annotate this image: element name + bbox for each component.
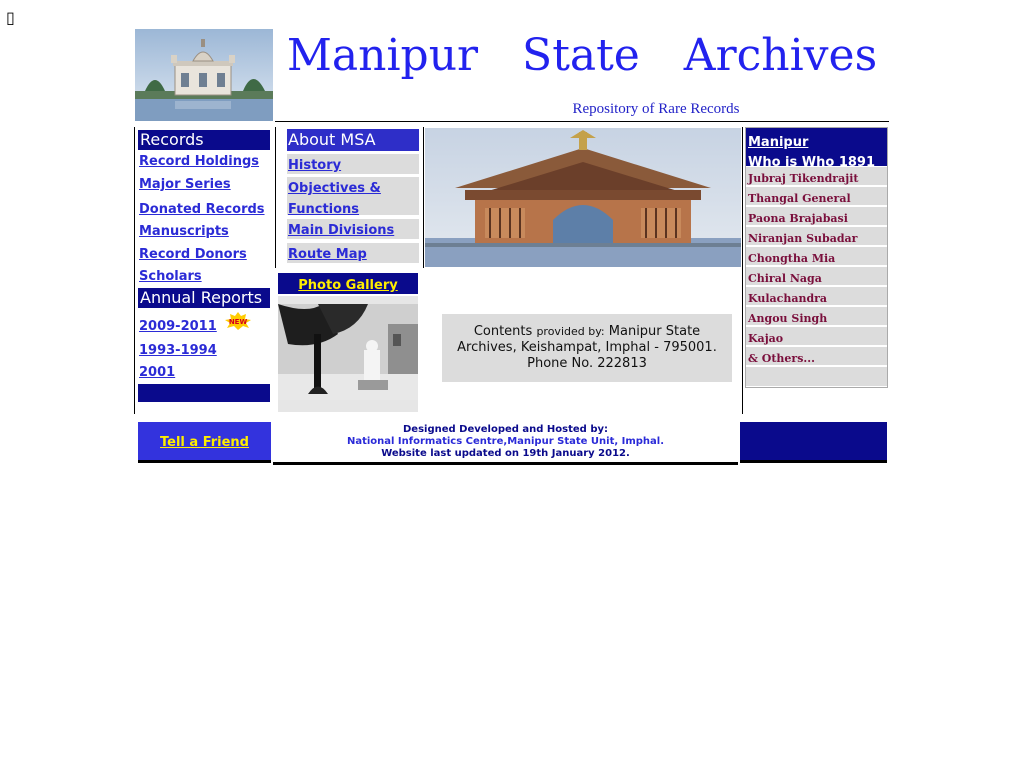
report-2001-link[interactable]: 2001	[139, 365, 175, 380]
site-title: Manipur State Archives	[286, 30, 878, 81]
report-2009-2011-link[interactable]: 2009-2011	[139, 319, 217, 334]
manuscripts-link[interactable]: Manuscripts	[139, 224, 229, 239]
left-menu-footer-bar	[138, 384, 270, 402]
jubraj-tikendrajit-link[interactable]: Jubraj Tikendrajit	[748, 172, 858, 185]
who-item: Angou Singh	[746, 306, 887, 325]
who-item: Kulachandra	[746, 286, 887, 305]
who-item: Chongtha Mia	[746, 246, 887, 265]
about-item-history: History	[287, 154, 419, 174]
main-divisions-link[interactable]: Main Divisions	[288, 223, 394, 238]
major-series-link[interactable]: Major Series	[139, 177, 231, 192]
route-map-link[interactable]: Route Map	[288, 247, 367, 262]
about-item-divisions: Main Divisions	[287, 219, 419, 239]
tell-a-friend-link[interactable]: Tell a Friend	[160, 435, 249, 450]
who-item: Chiral Naga	[746, 266, 887, 285]
who-item: & Others...	[746, 346, 887, 365]
about-column-border	[275, 127, 276, 268]
who-item: Niranjan Subadar	[746, 226, 887, 245]
footer-designed-by: Designed Developed and Hosted by:	[403, 424, 608, 435]
tell-a-friend-cell: Tell a Friend	[138, 422, 271, 463]
right-column-border	[742, 127, 743, 414]
contents-lead: Contents	[473, 324, 533, 339]
thangal-general-link[interactable]: Thangal General	[748, 192, 851, 205]
record-holdings-link[interactable]: Record Holdings	[139, 154, 259, 169]
record-donors-link[interactable]: Record Donors	[139, 247, 247, 262]
who-heading-line1: Manipur	[748, 135, 809, 150]
contents-provided-by: provided by:	[536, 325, 605, 338]
about-msa-heading: About MSA	[287, 129, 419, 151]
broken-glyph: ▯	[6, 8, 15, 27]
who-item: Paona Brajabasi	[746, 206, 887, 225]
donated-records-link[interactable]: Donated Records	[139, 202, 265, 217]
contents-info-box: Contents provided by: Manipur State Arch…	[442, 314, 732, 382]
records-heading: Records	[138, 130, 270, 150]
history-link[interactable]: History	[288, 158, 341, 173]
niranjan-subadar-link[interactable]: Niranjan Subadar	[748, 232, 857, 245]
others-link[interactable]: & Others...	[748, 352, 815, 365]
who-item: Kajao	[746, 326, 887, 345]
who-item: Jubraj Tikendrajit	[746, 166, 887, 185]
objectives-functions-link[interactable]: Objectives & Functions	[288, 181, 381, 217]
scholars-link[interactable]: Scholars	[139, 269, 202, 284]
svg-text:NEW: NEW	[229, 318, 248, 326]
site-subtitle: Repository of Rare Records	[572, 101, 740, 117]
paona-brajabasi-link[interactable]: Paona Brajabasi	[748, 212, 848, 225]
archway-gate-painting	[425, 128, 741, 267]
about-item-objectives: Objectives & Functions	[287, 177, 419, 217]
footer-last-updated: Website last updated on 19th January 201…	[381, 448, 630, 459]
who-is-who-link[interactable]: Manipur Who is Who 1891	[748, 135, 875, 170]
left-column-border	[134, 127, 135, 414]
chongtha-mia-link[interactable]: Chongtha Mia	[748, 252, 835, 265]
who-item: Thangal General	[746, 186, 887, 205]
banner-left-border	[423, 127, 424, 268]
left-menu-panel	[138, 130, 270, 402]
chiral-naga-link[interactable]: Chiral Naga	[748, 272, 822, 285]
footer-nic-link[interactable]: National Informatics Centre,Manipur Stat…	[273, 436, 738, 448]
header-divider	[275, 121, 889, 122]
new-badge-icon: NEW	[224, 312, 252, 330]
who-is-who-header: Manipur Who is Who 1891	[746, 128, 887, 170]
angou-singh-link[interactable]: Angou Singh	[748, 312, 827, 325]
photo-gallery-link[interactable]: Photo Gallery	[298, 278, 397, 293]
footer-right-bar	[740, 422, 887, 463]
who-item-empty	[746, 366, 887, 386]
about-item-route-map: Route Map	[287, 243, 419, 263]
report-1993-1994-link[interactable]: 1993-1994	[139, 343, 217, 358]
annual-reports-heading: Annual Reports	[138, 288, 270, 308]
footer-credits: Designed Developed and Hosted by: Nation…	[273, 422, 738, 465]
kajao-link[interactable]: Kajao	[748, 332, 783, 345]
photo-gallery-header: Photo Gallery	[278, 273, 418, 294]
palace-pavilion-image	[135, 29, 273, 121]
tree-and-statue-photo[interactable]	[278, 304, 418, 400]
kulachandra-link[interactable]: Kulachandra	[748, 292, 827, 305]
